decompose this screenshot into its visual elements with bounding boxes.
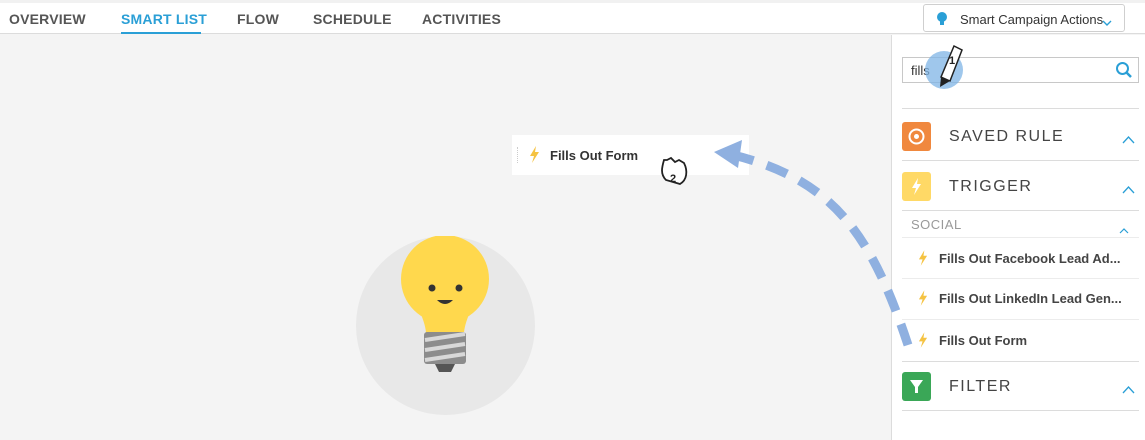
- trigger-library-sidebar: fills SAVED RULE TRIGGER SOCIAL Fills Ou…: [891, 35, 1145, 440]
- chevron-down-icon: [1102, 14, 1112, 32]
- trigger-item-label: Fills Out LinkedIn Lead Gen...: [939, 291, 1122, 306]
- trigger-item-fills-out-form[interactable]: Fills Out Form: [902, 320, 1139, 360]
- tab-overview[interactable]: OVERVIEW: [9, 11, 86, 27]
- tab-activities[interactable]: ACTIVITIES: [422, 11, 501, 27]
- saved-rule-icon: [902, 122, 931, 151]
- search-input[interactable]: fills: [902, 57, 1139, 83]
- lightning-bolt-icon: [918, 250, 928, 271]
- drag-handle[interactable]: [517, 147, 521, 163]
- empty-state-illustration: [356, 235, 535, 415]
- lightning-bolt-icon: [918, 332, 928, 353]
- dropped-trigger-item[interactable]: Fills Out Form: [512, 135, 749, 175]
- lightning-bolt-icon: [529, 146, 540, 168]
- trigger-item-linkedin-lead-gen[interactable]: Fills Out LinkedIn Lead Gen...: [902, 278, 1139, 318]
- smart-campaign-actions-button[interactable]: Smart Campaign Actions: [923, 4, 1125, 32]
- tab-flow[interactable]: FLOW: [237, 11, 279, 27]
- lightbulb-mascot-icon: [401, 235, 489, 372]
- lightning-bolt-icon: [918, 290, 928, 311]
- divider: [902, 108, 1139, 109]
- trigger-item-label: Fills Out Form: [939, 333, 1028, 348]
- trigger-icon: [902, 172, 931, 201]
- chevron-up-icon[interactable]: [1122, 381, 1135, 399]
- dropped-item-label: Fills Out Form: [550, 148, 639, 163]
- divider: [902, 361, 1139, 362]
- actions-button-label: Smart Campaign Actions: [960, 12, 1104, 27]
- subsection-title-social: SOCIAL: [911, 217, 962, 232]
- section-title-trigger: TRIGGER: [949, 178, 1033, 195]
- search-input-value: fills: [911, 63, 930, 78]
- chevron-up-icon[interactable]: [1122, 131, 1135, 149]
- search-icon[interactable]: [1115, 61, 1133, 84]
- tab-smart-list[interactable]: SMART LIST: [121, 11, 207, 27]
- top-nav-bar: OVERVIEW SMART LIST FLOW SCHEDULE ACTIVI…: [0, 0, 1145, 34]
- tab-schedule[interactable]: SCHEDULE: [313, 11, 392, 27]
- divider: [902, 410, 1139, 411]
- active-tab-indicator: [121, 32, 201, 34]
- filter-icon: [902, 372, 931, 401]
- divider: [902, 160, 1139, 161]
- trigger-item-label: Fills Out Facebook Lead Ad...: [939, 251, 1121, 266]
- lightbulb-icon: [936, 11, 948, 32]
- section-title-filter: FILTER: [949, 378, 1012, 395]
- section-title-saved-rule: SAVED RULE: [949, 128, 1065, 145]
- trigger-item-facebook-lead-ad[interactable]: Fills Out Facebook Lead Ad...: [902, 238, 1139, 278]
- divider: [902, 210, 1139, 211]
- chevron-up-icon[interactable]: [1122, 181, 1135, 199]
